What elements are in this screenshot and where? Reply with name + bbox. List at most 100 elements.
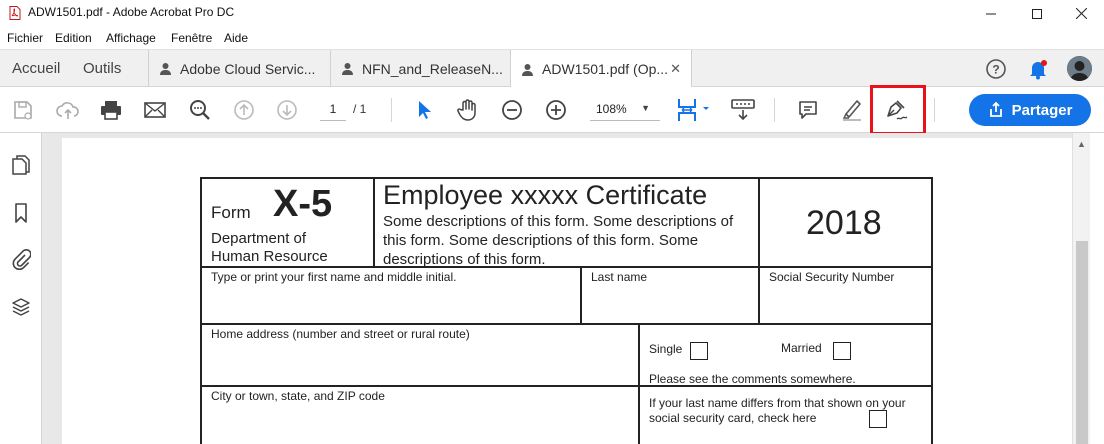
bookmarks-button[interactable] <box>9 201 33 225</box>
scroll-up-icon[interactable]: ▲ <box>1077 139 1086 149</box>
layers-button[interactable] <box>9 295 33 319</box>
cloud-upload-icon <box>56 102 79 119</box>
close-window-button[interactable] <box>1058 0 1104 27</box>
highlighted-tool-outline <box>870 85 926 135</box>
name-differs-checkbox[interactable] <box>869 410 887 428</box>
menu-edition[interactable]: Edition <box>55 31 92 45</box>
menu-fichier[interactable]: Fichier <box>7 31 43 45</box>
menu-fenetre[interactable]: Fenêtre <box>171 31 212 45</box>
menu-aide[interactable]: Aide <box>224 31 248 45</box>
share-upload-icon <box>989 102 1002 117</box>
hand-tool-button[interactable] <box>455 97 481 123</box>
comment-icon <box>799 101 817 119</box>
last-name-label: Last name <box>591 270 648 284</box>
cloud-upload-button[interactable] <box>55 97 81 123</box>
left-navigation-pane <box>0 133 42 444</box>
maximize-icon <box>1032 8 1042 19</box>
bookmark-icon <box>15 203 27 223</box>
form-year: 2018 <box>806 204 882 242</box>
previous-page-button[interactable] <box>231 97 257 123</box>
help-button[interactable]: ? <box>985 58 1007 80</box>
tab-label: Adobe Cloud Servic... <box>180 60 316 77</box>
tab-label: NFN_and_ReleaseN... <box>362 60 503 77</box>
minus-circle-icon <box>502 100 522 120</box>
maximize-button[interactable] <box>1014 0 1060 27</box>
save-button[interactable] <box>10 97 36 123</box>
tabs-bar: Accueil Outils Adobe Cloud Servic... NFN… <box>0 49 1104 88</box>
nav-tools[interactable]: Outils <box>83 60 121 77</box>
zoom-out-button[interactable] <box>499 97 525 123</box>
minimize-icon <box>986 13 996 14</box>
form-description: Some descriptions of this form. Some des… <box>383 213 734 266</box>
shared-doc-icon <box>522 63 533 76</box>
avatar[interactable] <box>1067 56 1092 81</box>
zoom-level-select[interactable]: 108% ▼ <box>590 99 660 121</box>
nav-home[interactable]: Accueil <box>12 60 60 77</box>
title-bar: ADW1501.pdf - Adobe Acrobat Pro DC <box>0 0 1104 27</box>
notifications-button[interactable] <box>1027 58 1049 80</box>
svg-text:?: ? <box>992 63 999 77</box>
first-name-field[interactable]: Type or print your first name and middle… <box>202 268 582 325</box>
tab-adw1501[interactable]: ADW1501.pdf (Op... ✕ <box>510 50 692 88</box>
mail-icon <box>144 102 166 118</box>
print-button[interactable] <box>98 97 124 123</box>
printer-icon <box>101 101 121 120</box>
first-name-label: Type or print your first name and middle… <box>211 270 457 284</box>
cursor-arrow-icon <box>419 101 431 119</box>
form-x5: Form X-5 Department of Human Resource Em… <box>200 177 933 444</box>
close-icon <box>1075 8 1087 19</box>
highlighter-icon <box>842 100 861 121</box>
home-address-field[interactable]: Home address (number and street or rural… <box>202 325 640 387</box>
layers-icon <box>12 298 30 316</box>
comments-note: Please see the comments somewhere. <box>649 372 856 386</box>
menu-affichage[interactable]: Affichage <box>106 31 156 45</box>
tab-label: ADW1501.pdf (Op... <box>542 61 669 77</box>
ssn-field[interactable]: Social Security Number <box>760 268 933 325</box>
form-title-cell: Employee xxxxx Certificate Some descript… <box>375 179 760 268</box>
married-checkbox[interactable] <box>833 342 851 360</box>
scroll-mode-button[interactable] <box>729 97 757 123</box>
select-tool-button[interactable] <box>411 97 437 123</box>
tab-nfn-release-notes[interactable]: NFN_and_ReleaseN... <box>330 50 510 87</box>
form-number: X-5 <box>273 183 333 225</box>
close-tab-icon[interactable]: ✕ <box>670 61 681 77</box>
chevron-down-icon: ▼ <box>641 103 650 113</box>
arrow-down-circle-icon <box>277 100 297 120</box>
comment-button[interactable] <box>795 97 821 123</box>
department-name: Department of Human Resource <box>211 230 328 265</box>
bell-icon <box>1030 60 1047 80</box>
page-number-input[interactable]: 1 <box>320 99 346 121</box>
page-total: / 1 <box>353 102 367 116</box>
minimize-button[interactable] <box>968 0 1014 27</box>
share-button[interactable]: Partager <box>969 94 1091 126</box>
marital-status-cell: Single Married Please see the comments s… <box>640 325 933 387</box>
main-toolbar: 1 / 1 108% ▼ <box>0 87 1104 133</box>
zoom-in-button[interactable] <box>543 97 569 123</box>
toolbar-divider <box>774 98 775 122</box>
city-state-zip-field[interactable]: City or town, state, and ZIP code <box>202 387 640 444</box>
toolbar-divider <box>934 98 935 122</box>
toolbar-divider <box>391 98 392 122</box>
save-icon <box>14 101 32 120</box>
vertical-scrollbar[interactable]: ▲ <box>1072 133 1090 444</box>
married-label: Married <box>781 341 822 355</box>
hand-icon <box>457 99 476 121</box>
email-button[interactable] <box>142 97 168 123</box>
tab-adobe-cloud-services[interactable]: Adobe Cloud Servic... <box>148 50 330 87</box>
fit-page-button[interactable] <box>675 97 713 123</box>
city-state-zip-label: City or town, state, and ZIP code <box>211 389 385 403</box>
attachments-button[interactable] <box>9 247 33 271</box>
page-thumbnails-button[interactable] <box>9 153 33 177</box>
menu-bar: Fichier Edition Affichage Fenêtre Aide <box>0 27 1104 49</box>
help-icon: ? <box>986 59 1006 79</box>
keyboard-scroll-icon <box>731 99 755 121</box>
highlight-button[interactable] <box>839 97 865 123</box>
form-id-cell: Form X-5 Department of Human Resource <box>202 179 375 268</box>
acrobat-pdf-icon <box>9 6 21 20</box>
next-page-button[interactable] <box>274 97 300 123</box>
find-button[interactable] <box>187 97 213 123</box>
form-year-cell: 2018 <box>760 179 933 268</box>
scrollbar-thumb[interactable] <box>1076 241 1088 444</box>
last-name-field[interactable]: Last name <box>582 268 760 325</box>
single-checkbox[interactable] <box>690 342 708 360</box>
